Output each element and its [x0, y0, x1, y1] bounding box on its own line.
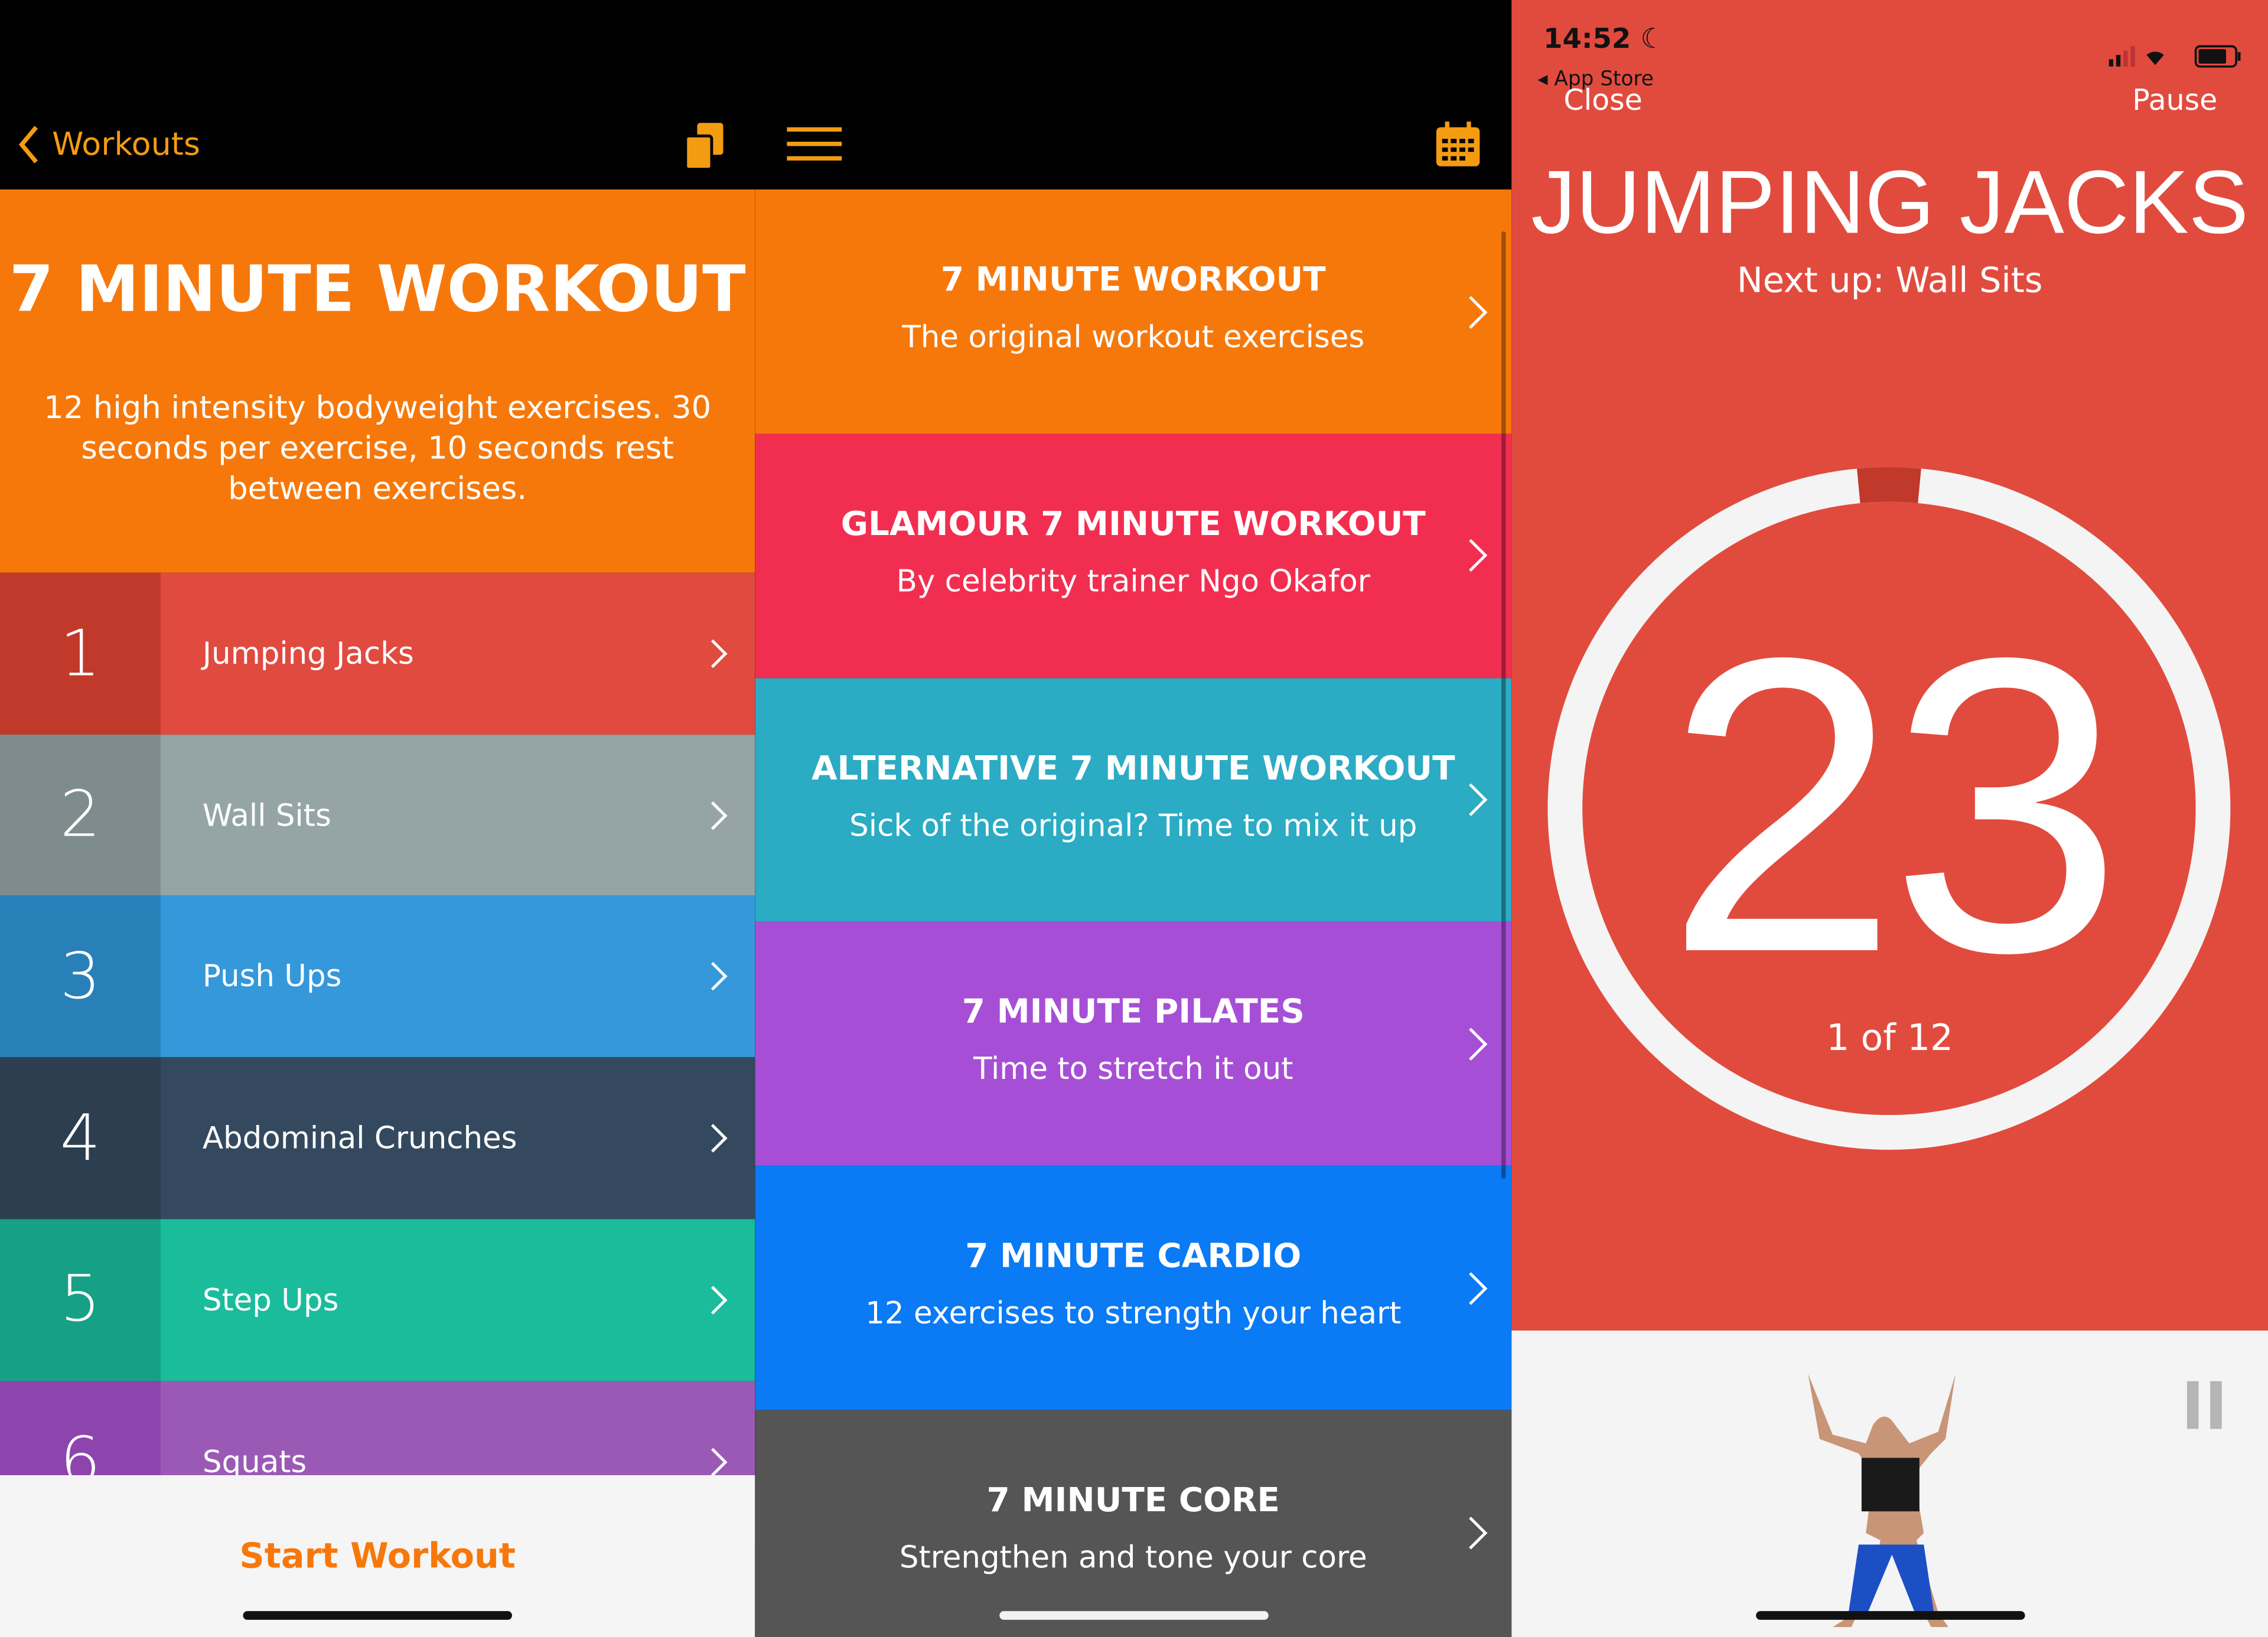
home-indicator — [1755, 1611, 2025, 1620]
exercise-row[interactable]: 2 Wall Sits — [0, 734, 755, 896]
exercise-row[interactable]: 3 Push Ups — [0, 895, 755, 1058]
exercise-number: 2 — [0, 734, 161, 896]
pause-icon — [2186, 1381, 2199, 1429]
home-indicator — [999, 1611, 1268, 1620]
exercise-name: Squats — [202, 1444, 307, 1479]
exercise-name: Step Ups — [202, 1282, 339, 1318]
exercise-name: Abdominal Crunches — [202, 1121, 517, 1156]
workout-subtitle: By celebrity trainer Ngo Okafor — [896, 563, 1370, 599]
exercise-row[interactable]: 1 Jumping Jacks — [0, 572, 755, 735]
athlete-figure — [1808, 1374, 2222, 1628]
exercise-name: Push Ups — [202, 959, 342, 994]
back-label: Workouts — [52, 126, 200, 163]
workout-description: 12 high intensity bodyweight exercises. … — [44, 390, 712, 508]
exercise-row[interactable]: 5 Step Ups — [0, 1219, 755, 1381]
exercise-number: 4 — [0, 1057, 161, 1219]
exercise-video[interactable] — [1511, 1331, 2268, 1637]
workout-row[interactable]: ALTERNATIVE 7 MINUTE WORKOUT Sick of the … — [755, 677, 1512, 922]
exercise-row[interactable]: 4 Abdominal Crunches — [0, 1057, 755, 1219]
exercise-number: 5 — [0, 1219, 161, 1381]
exercise-name: Wall Sits — [202, 798, 331, 833]
workout-header: 7 MINUTE WORKOUT 12 high intensity bodyw… — [0, 189, 755, 573]
home-indicator — [243, 1611, 512, 1620]
nav-bar — [755, 0, 1512, 190]
workout-subtitle: Strengthen and tone your core — [899, 1540, 1367, 1575]
workout-title: ALTERNATIVE 7 MINUTE WORKOUT — [811, 750, 1455, 788]
workout-title: 7 MINUTE CARDIO — [965, 1238, 1302, 1276]
calendar-icon[interactable] — [1435, 121, 1481, 168]
workout-subtitle: The original workout exercises — [902, 319, 1365, 355]
countdown: 23 — [1665, 571, 2123, 1040]
workout-row[interactable]: 7 MINUTE WORKOUT The original workout exe… — [755, 189, 1512, 434]
workout-row[interactable]: GLAMOUR 7 MINUTE WORKOUT By celebrity tra… — [755, 433, 1512, 679]
workout-row[interactable]: 7 MINUTE CARDIO 12 exercises to strength … — [755, 1166, 1512, 1411]
exercise-progress: 1 of 12 — [1826, 1016, 1954, 1059]
chevron-left-icon — [18, 126, 38, 164]
workout-title: 7 MINUTE WORKOUT — [9, 253, 746, 327]
copy-icon[interactable] — [683, 122, 726, 171]
exercise-timer-panel: 14:52 ☾ ◂ App Store Close Pause JUMPING … — [1511, 0, 2268, 1637]
exercise-name: Jumping Jacks — [202, 636, 414, 671]
workout-subtitle: Time to stretch it out — [973, 1052, 1293, 1087]
scrollbar[interactable] — [1501, 231, 1506, 1179]
workout-title: 7 MINUTE WORKOUT — [940, 262, 1326, 299]
start-workout-button[interactable]: Start Workout — [0, 1536, 755, 1577]
footer: Start Workout — [0, 1475, 755, 1637]
menu-icon[interactable] — [787, 125, 842, 165]
exercise-number: 3 — [0, 895, 161, 1058]
back-button[interactable]: Workouts — [17, 125, 200, 165]
workout-subtitle: Sick of the original? Time to mix it up — [849, 807, 1418, 843]
workout-row[interactable]: 7 MINUTE CORE Strengthen and tone your co… — [755, 1410, 1512, 1637]
workout-title: 7 MINUTE CORE — [986, 1482, 1280, 1520]
workout-subtitle: 12 exercises to strength your heart — [865, 1296, 1402, 1331]
workout-detail-panel: Workouts 7 MINUTE WORKOUT 12 high intens… — [0, 0, 755, 1637]
exercise-number: 1 — [0, 572, 161, 735]
workout-title: 7 MINUTE PILATES — [962, 994, 1305, 1032]
workout-title: GLAMOUR 7 MINUTE WORKOUT — [840, 506, 1426, 544]
workout-row[interactable]: 7 MINUTE PILATES Time to stretch it out — [755, 921, 1512, 1166]
workout-list-panel: 7 MINUTE WORKOUT The original workout exe… — [755, 0, 1512, 1637]
nav-bar: Workouts — [0, 0, 755, 190]
